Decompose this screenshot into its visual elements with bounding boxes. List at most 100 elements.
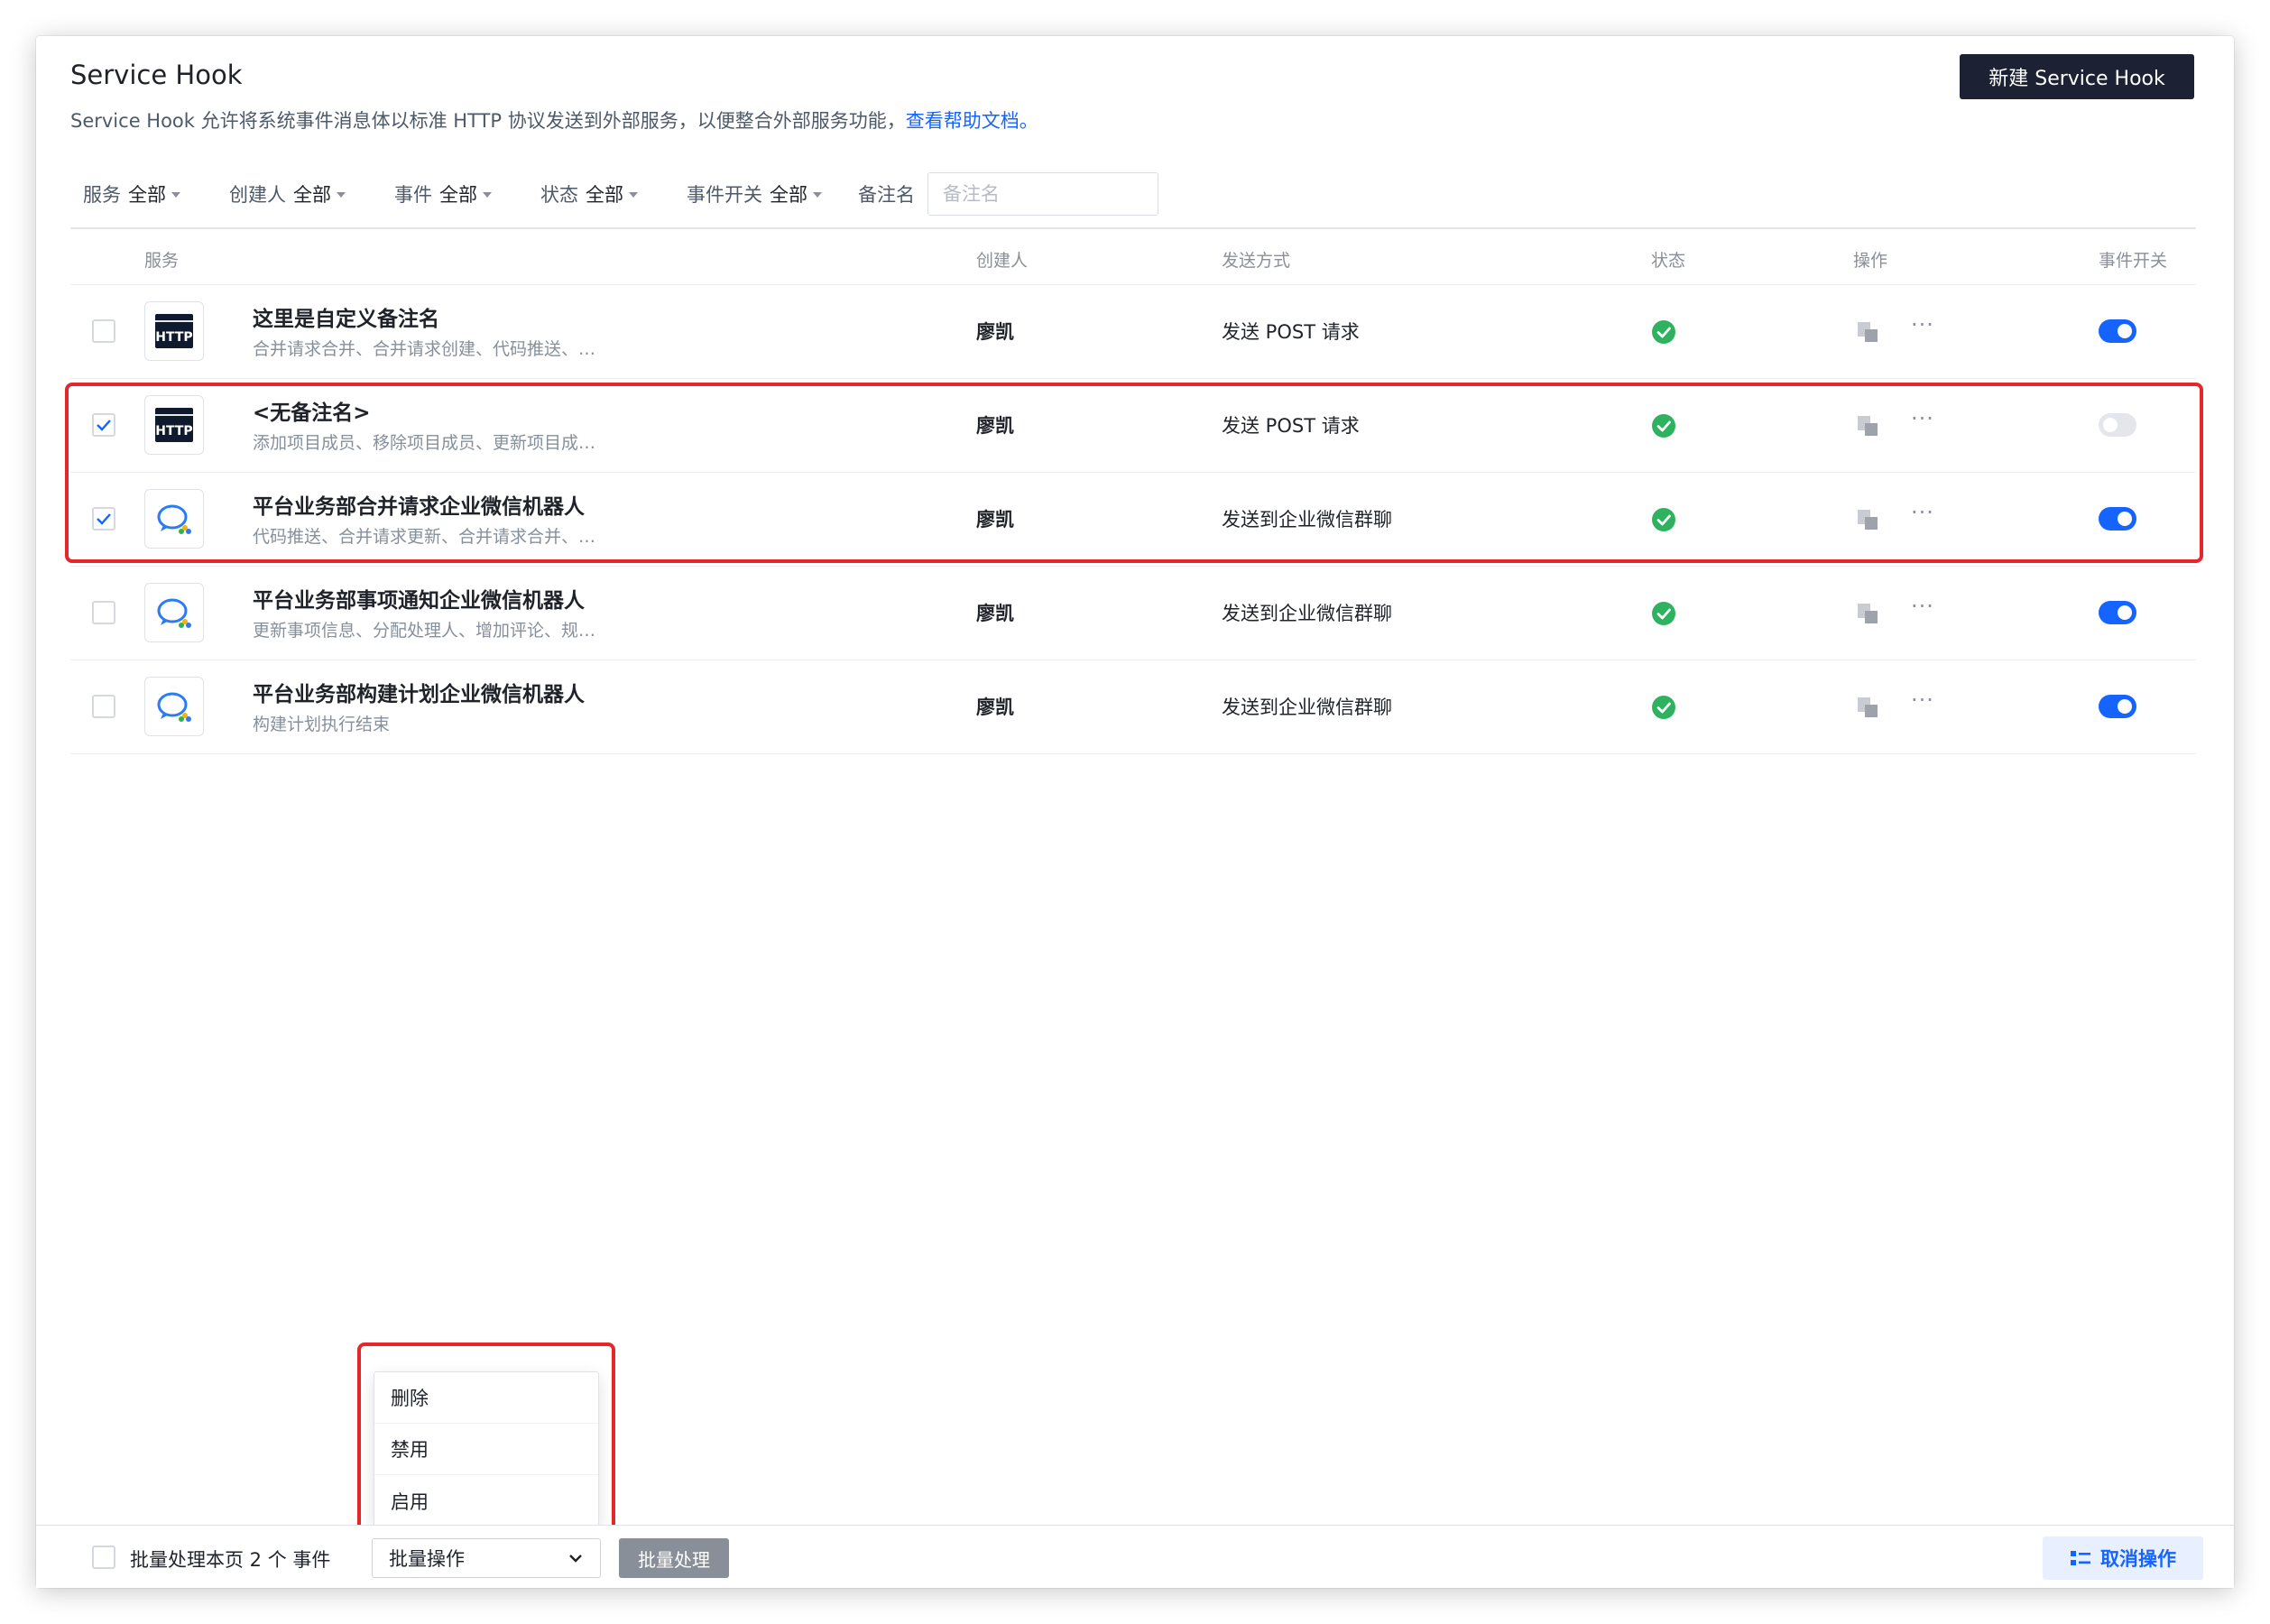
filter-service-value: 全部 bbox=[128, 184, 166, 206]
row-checkbox[interactable] bbox=[92, 507, 115, 531]
event-switch-toggle[interactable] bbox=[2099, 601, 2136, 624]
bulk-action-dropdown: 删除 禁用 启用 bbox=[374, 1371, 599, 1527]
event-switch-toggle[interactable] bbox=[2099, 319, 2136, 343]
dropdown-option-disable[interactable]: 禁用 bbox=[374, 1424, 598, 1475]
service-events: 添加项目成员、移除项目成员、更新项目成… bbox=[253, 433, 596, 453]
copy-icon[interactable] bbox=[1855, 319, 1880, 345]
filter-event-switch[interactable]: 事件开关 全部 bbox=[687, 180, 822, 208]
wecom-icon bbox=[144, 489, 204, 549]
check-circle-icon bbox=[1651, 319, 1676, 345]
caret-down-icon bbox=[629, 192, 638, 198]
bulk-action-footer: 批量处理本页 2 个 事件 批量操作 批量处理 取消操作 bbox=[36, 1525, 2234, 1588]
filter-event-switch-value: 全部 bbox=[770, 184, 807, 206]
service-events: 构建计划执行结束 bbox=[253, 715, 391, 734]
table-row: 平台业务部构建计划企业微信机器人 构建计划执行结束 廖凯 发送到企业微信群聊 ·… bbox=[70, 660, 2196, 754]
check-circle-icon bbox=[1651, 695, 1676, 720]
dropdown-option-enable[interactable]: 启用 bbox=[374, 1475, 598, 1527]
filter-service[interactable]: 服务 全部 bbox=[83, 180, 180, 208]
copy-icon[interactable] bbox=[1855, 413, 1880, 438]
http-logo: HTTP bbox=[155, 314, 193, 348]
more-icon[interactable]: ··· bbox=[1911, 500, 1934, 525]
caret-down-icon bbox=[813, 192, 822, 198]
creator-name: 廖凯 bbox=[976, 603, 1014, 624]
more-icon[interactable]: ··· bbox=[1911, 312, 1934, 337]
filter-bar: 服务 全部 创建人 全部 事件 全部 状态 全部 事件开关 全部 备注名 bbox=[83, 171, 1158, 217]
column-creator: 创建人 bbox=[976, 251, 1029, 271]
more-icon[interactable]: ··· bbox=[1911, 687, 1934, 713]
cancel-operation-button[interactable]: 取消操作 bbox=[2043, 1536, 2203, 1580]
service-hook-table: 服务 创建人 发送方式 状态 操作 事件开关 HTTP 这里是自定义备注名 合并… bbox=[70, 227, 2196, 754]
column-service: 服务 bbox=[144, 251, 180, 271]
column-method: 发送方式 bbox=[1222, 251, 1291, 271]
service-events: 合并请求合并、合并请求创建、代码推送、… bbox=[253, 339, 596, 359]
creator-name: 廖凯 bbox=[976, 415, 1014, 437]
creator-name: 廖凯 bbox=[976, 321, 1014, 343]
caret-down-icon bbox=[337, 192, 346, 198]
new-service-hook-button[interactable]: 新建 Service Hook bbox=[1960, 54, 2194, 99]
send-method: 发送到企业微信群聊 bbox=[1222, 697, 1392, 718]
page-description: Service Hook 允许将系统事件消息体以标准 HTTP 协议发送到外部服… bbox=[70, 106, 1038, 134]
list-icon bbox=[2071, 1551, 2090, 1565]
filter-status-label: 状态 bbox=[540, 184, 578, 206]
row-checkbox[interactable] bbox=[92, 695, 115, 718]
bulk-process-button[interactable]: 批量处理 bbox=[619, 1538, 729, 1578]
filter-event-switch-label: 事件开关 bbox=[687, 184, 762, 206]
service-events: 更新事项信息、分配处理人、增加评论、规… bbox=[253, 621, 596, 641]
page-title: Service Hook bbox=[70, 60, 243, 90]
copy-icon[interactable] bbox=[1855, 601, 1880, 626]
filter-event-label: 事件 bbox=[394, 184, 432, 206]
service-name[interactable]: 平台业务部事项通知企业微信机器人 bbox=[253, 583, 585, 614]
column-actions: 操作 bbox=[1853, 251, 1888, 271]
filter-creator[interactable]: 创建人 全部 bbox=[229, 180, 346, 208]
event-switch-toggle[interactable] bbox=[2099, 695, 2136, 718]
caret-down-icon bbox=[171, 192, 180, 198]
http-icon: HTTP bbox=[144, 301, 204, 361]
row-checkbox[interactable] bbox=[92, 319, 115, 343]
column-event-switch: 事件开关 bbox=[2099, 251, 2168, 271]
table-row: 平台业务部事项通知企业微信机器人 更新事项信息、分配处理人、增加评论、规… 廖凯… bbox=[70, 567, 2196, 660]
row-checkbox[interactable] bbox=[92, 413, 115, 437]
column-status: 状态 bbox=[1651, 251, 1686, 271]
table-row: 平台业务部合并请求企业微信机器人 代码推送、合并请求更新、合并请求合并、… 廖凯… bbox=[70, 473, 2196, 567]
service-hook-window: Service Hook Service Hook 允许将系统事件消息体以标准 … bbox=[36, 36, 2234, 1588]
more-icon[interactable]: ··· bbox=[1911, 594, 1934, 619]
note-filter-input[interactable] bbox=[927, 172, 1158, 216]
service-name[interactable]: 平台业务部构建计划企业微信机器人 bbox=[253, 677, 585, 707]
wecom-icon bbox=[144, 583, 204, 642]
filter-status-value: 全部 bbox=[586, 184, 623, 206]
event-switch-toggle[interactable] bbox=[2099, 507, 2136, 531]
select-page-checkbox[interactable] bbox=[92, 1546, 115, 1569]
copy-icon[interactable] bbox=[1855, 507, 1880, 532]
filter-status[interactable]: 状态 全部 bbox=[540, 180, 638, 208]
send-method: 发送 POST 请求 bbox=[1222, 321, 1360, 343]
check-circle-icon bbox=[1651, 601, 1676, 626]
filter-event[interactable]: 事件 全部 bbox=[394, 180, 492, 208]
help-doc-link[interactable]: 查看帮助文档。 bbox=[906, 110, 1038, 132]
chevron-down-icon bbox=[569, 1555, 582, 1563]
check-circle-icon bbox=[1651, 413, 1676, 438]
filter-creator-value: 全部 bbox=[293, 184, 331, 206]
table-row: HTTP 这里是自定义备注名 合并请求合并、合并请求创建、代码推送、… 廖凯 发… bbox=[70, 285, 2196, 379]
service-name[interactable]: 平台业务部合并请求企业微信机器人 bbox=[253, 489, 585, 520]
bulk-select-count-text: 批量处理本页 2 个 事件 bbox=[130, 1549, 331, 1571]
event-switch-toggle[interactable] bbox=[2099, 413, 2136, 437]
table-header: 服务 创建人 发送方式 状态 操作 事件开关 bbox=[70, 227, 2196, 285]
service-name[interactable]: <无备注名> bbox=[253, 395, 371, 426]
more-icon[interactable]: ··· bbox=[1911, 406, 1934, 431]
dropdown-option-delete[interactable]: 删除 bbox=[374, 1372, 598, 1424]
http-logo: HTTP bbox=[155, 408, 193, 442]
filter-event-value: 全部 bbox=[439, 184, 477, 206]
wecom-icon bbox=[144, 677, 204, 736]
row-checkbox[interactable] bbox=[92, 601, 115, 624]
service-name[interactable]: 这里是自定义备注名 bbox=[253, 301, 439, 332]
check-circle-icon bbox=[1651, 507, 1676, 532]
caret-down-icon bbox=[483, 192, 492, 198]
filter-creator-label: 创建人 bbox=[229, 184, 286, 206]
bulk-action-select[interactable]: 批量操作 bbox=[372, 1538, 601, 1578]
copy-icon[interactable] bbox=[1855, 695, 1880, 720]
creator-name: 廖凯 bbox=[976, 697, 1014, 718]
send-method: 发送到企业微信群聊 bbox=[1222, 509, 1392, 531]
send-method: 发送到企业微信群聊 bbox=[1222, 603, 1392, 624]
http-icon: HTTP bbox=[144, 395, 204, 455]
filter-service-label: 服务 bbox=[83, 184, 121, 206]
